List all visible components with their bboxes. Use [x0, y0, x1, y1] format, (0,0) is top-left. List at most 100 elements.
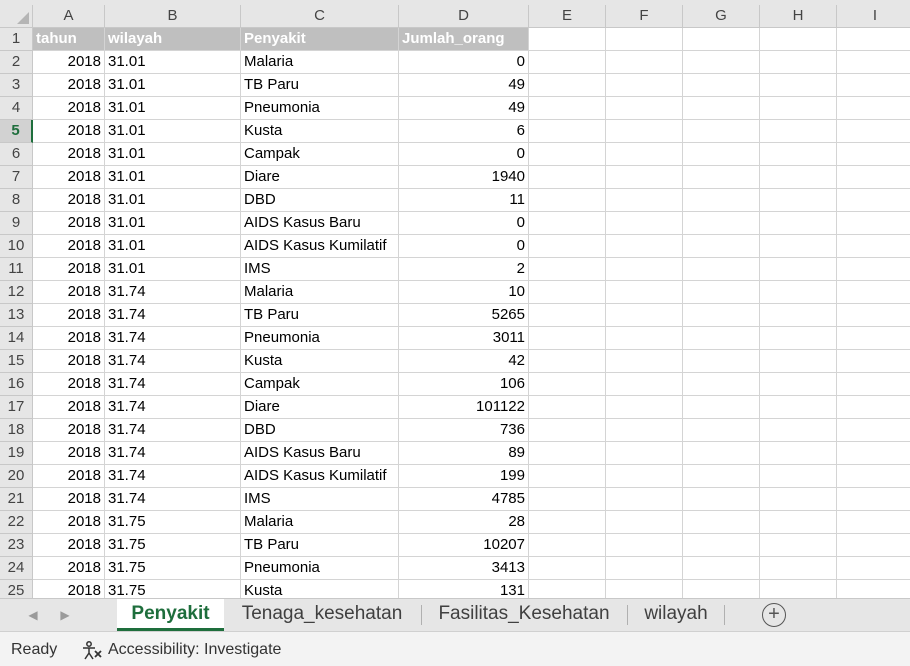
- row-number[interactable]: 15: [0, 350, 33, 373]
- cell-penyakit[interactable]: Kusta: [241, 120, 399, 143]
- empty-cell[interactable]: [837, 235, 910, 258]
- accessibility-status[interactable]: Accessibility: Investigate: [108, 632, 281, 666]
- empty-cell[interactable]: [683, 258, 760, 281]
- cell-penyakit[interactable]: TB Paru: [241, 534, 399, 557]
- column-header-c[interactable]: C: [241, 5, 399, 28]
- cell-wilayah[interactable]: 31.74: [105, 442, 241, 465]
- empty-cell[interactable]: [760, 511, 837, 534]
- cell-penyakit[interactable]: Pneumonia: [241, 97, 399, 120]
- empty-cell[interactable]: [606, 189, 683, 212]
- cell-wilayah[interactable]: 31.75: [105, 534, 241, 557]
- cell-wilayah[interactable]: 31.74: [105, 304, 241, 327]
- cell-jumlah-orang[interactable]: 4785: [399, 488, 529, 511]
- empty-cell[interactable]: [606, 419, 683, 442]
- row-number[interactable]: 3: [0, 74, 33, 97]
- empty-cell[interactable]: [837, 120, 910, 143]
- cell-wilayah[interactable]: 31.75: [105, 511, 241, 534]
- header-cell-tahun[interactable]: tahun: [33, 28, 105, 51]
- cell-tahun[interactable]: 2018: [33, 534, 105, 557]
- cell-wilayah[interactable]: 31.01: [105, 258, 241, 281]
- row-number[interactable]: 13: [0, 304, 33, 327]
- empty-cell[interactable]: [529, 488, 606, 511]
- row-number[interactable]: 16: [0, 373, 33, 396]
- empty-cell[interactable]: [760, 258, 837, 281]
- empty-cell[interactable]: [760, 51, 837, 74]
- empty-cell[interactable]: [837, 419, 910, 442]
- cell-tahun[interactable]: 2018: [33, 373, 105, 396]
- row-number[interactable]: 8: [0, 189, 33, 212]
- cell-jumlah-orang[interactable]: 1940: [399, 166, 529, 189]
- empty-cell[interactable]: [529, 143, 606, 166]
- empty-cell[interactable]: [529, 97, 606, 120]
- cell-jumlah-orang[interactable]: 2: [399, 258, 529, 281]
- empty-cell[interactable]: [837, 212, 910, 235]
- cell-tahun[interactable]: 2018: [33, 51, 105, 74]
- empty-cell[interactable]: [606, 304, 683, 327]
- row-number[interactable]: 25: [0, 580, 33, 598]
- cell-penyakit[interactable]: Kusta: [241, 350, 399, 373]
- empty-cell[interactable]: [837, 143, 910, 166]
- cell-tahun[interactable]: 2018: [33, 166, 105, 189]
- cell-jumlah-orang[interactable]: 199: [399, 465, 529, 488]
- empty-cell[interactable]: [683, 28, 760, 51]
- row-number[interactable]: 14: [0, 327, 33, 350]
- empty-cell[interactable]: [760, 189, 837, 212]
- column-header-g[interactable]: G: [683, 5, 760, 28]
- empty-cell[interactable]: [760, 465, 837, 488]
- cell-wilayah[interactable]: 31.01: [105, 235, 241, 258]
- empty-cell[interactable]: [529, 281, 606, 304]
- empty-cell[interactable]: [683, 166, 760, 189]
- empty-cell[interactable]: [837, 488, 910, 511]
- sheet-tab-wilayah[interactable]: wilayah: [633, 599, 719, 631]
- cell-jumlah-orang[interactable]: 11: [399, 189, 529, 212]
- empty-cell[interactable]: [760, 28, 837, 51]
- empty-cell[interactable]: [529, 580, 606, 598]
- empty-cell[interactable]: [760, 281, 837, 304]
- cell-tahun[interactable]: 2018: [33, 281, 105, 304]
- empty-cell[interactable]: [606, 235, 683, 258]
- empty-cell[interactable]: [683, 580, 760, 598]
- empty-cell[interactable]: [683, 442, 760, 465]
- row-number[interactable]: 24: [0, 557, 33, 580]
- cell-wilayah[interactable]: 31.74: [105, 350, 241, 373]
- empty-cell[interactable]: [837, 281, 910, 304]
- empty-cell[interactable]: [529, 419, 606, 442]
- cell-jumlah-orang[interactable]: 106: [399, 373, 529, 396]
- cell-penyakit[interactable]: Diare: [241, 166, 399, 189]
- row-number[interactable]: 6: [0, 143, 33, 166]
- empty-cell[interactable]: [683, 51, 760, 74]
- empty-cell[interactable]: [837, 258, 910, 281]
- empty-cell[interactable]: [529, 396, 606, 419]
- row-number[interactable]: 11: [0, 258, 33, 281]
- cell-jumlah-orang[interactable]: 0: [399, 143, 529, 166]
- accessibility-icon[interactable]: [81, 640, 103, 660]
- cell-wilayah[interactable]: 31.74: [105, 373, 241, 396]
- row-number[interactable]: 20: [0, 465, 33, 488]
- empty-cell[interactable]: [837, 465, 910, 488]
- row-number[interactable]: 19: [0, 442, 33, 465]
- cell-wilayah[interactable]: 31.75: [105, 557, 241, 580]
- empty-cell[interactable]: [529, 373, 606, 396]
- cell-wilayah[interactable]: 31.74: [105, 465, 241, 488]
- empty-cell[interactable]: [683, 97, 760, 120]
- cell-jumlah-orang[interactable]: 28: [399, 511, 529, 534]
- empty-cell[interactable]: [760, 304, 837, 327]
- empty-cell[interactable]: [606, 97, 683, 120]
- empty-cell[interactable]: [837, 304, 910, 327]
- cell-penyakit[interactable]: Malaria: [241, 511, 399, 534]
- cell-wilayah[interactable]: 31.74: [105, 488, 241, 511]
- cell-wilayah[interactable]: 31.74: [105, 327, 241, 350]
- empty-cell[interactable]: [529, 350, 606, 373]
- empty-cell[interactable]: [837, 580, 910, 598]
- cell-jumlah-orang[interactable]: 3413: [399, 557, 529, 580]
- empty-cell[interactable]: [529, 465, 606, 488]
- cell-penyakit[interactable]: TB Paru: [241, 304, 399, 327]
- empty-cell[interactable]: [837, 189, 910, 212]
- cell-jumlah-orang[interactable]: 5265: [399, 304, 529, 327]
- empty-cell[interactable]: [606, 442, 683, 465]
- cell-penyakit[interactable]: Malaria: [241, 281, 399, 304]
- cell-jumlah-orang[interactable]: 49: [399, 74, 529, 97]
- empty-cell[interactable]: [837, 74, 910, 97]
- cell-wilayah[interactable]: 31.74: [105, 396, 241, 419]
- cell-penyakit[interactable]: AIDS Kasus Baru: [241, 212, 399, 235]
